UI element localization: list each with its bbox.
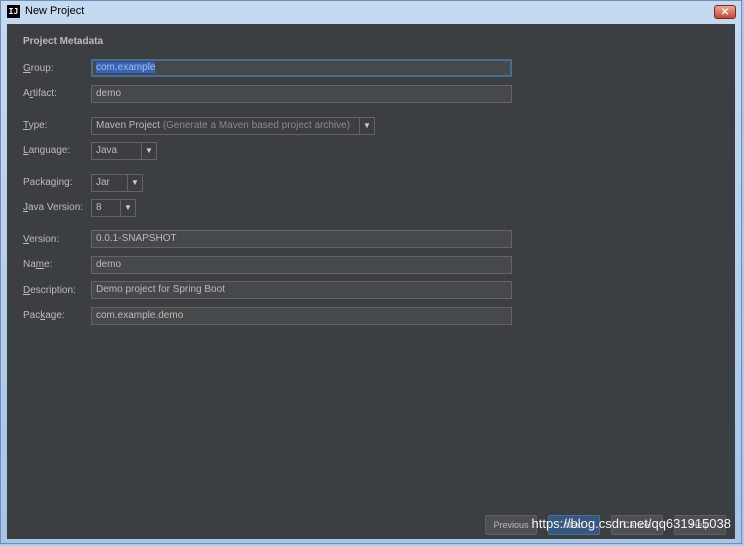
previous-button[interactable]: Previous (485, 515, 537, 535)
type-label: Type: (23, 120, 48, 131)
language-select[interactable]: Java ▼ (91, 142, 157, 160)
language-select-value: Java (96, 145, 118, 156)
package-label: Package: (23, 310, 65, 321)
type-select-value: Maven Project (96, 120, 160, 131)
version-input[interactable]: 0.0.1-SNAPSHOT (91, 230, 512, 248)
type-select[interactable]: Maven Project (Generate a Maven based pr… (91, 117, 375, 135)
chevron-down-icon[interactable]: ▼ (120, 200, 135, 216)
title-bar[interactable]: IJ New Project ✕ (1, 1, 741, 23)
artifact-label: Artifact: (23, 88, 57, 99)
section-title: Project Metadata (23, 36, 104, 47)
dialog-content: Project Metadata Group: com.example Arti… (7, 24, 735, 539)
java-version-select[interactable]: 8 ▼ (91, 199, 136, 217)
name-input[interactable]: demo (91, 256, 512, 274)
package-input[interactable]: com.example.demo (91, 307, 512, 325)
watermark-text: https://blog.csdn.net/qq631915038 (531, 516, 732, 531)
window-title: New Project (25, 5, 85, 17)
chevron-down-icon[interactable]: ▼ (127, 175, 142, 191)
packaging-label: Packaging: (23, 177, 73, 188)
java-version-select-value: 8 (96, 202, 102, 213)
chevron-down-icon[interactable]: ▼ (359, 118, 374, 134)
language-label: Language: (23, 145, 71, 156)
name-label: Name: (23, 259, 53, 270)
artifact-input[interactable]: demo (91, 85, 512, 103)
group-input[interactable]: com.example (91, 59, 512, 77)
new-project-window: IJ New Project ✕ Project Metadata Group:… (0, 0, 742, 544)
group-input-value: com.example (96, 62, 156, 73)
description-label: Description: (23, 285, 76, 296)
type-select-hint: (Generate a Maven based project archive) (162, 120, 351, 131)
packaging-select[interactable]: Jar ▼ (91, 174, 143, 192)
version-label: Version: (23, 234, 60, 245)
description-input[interactable]: Demo project for Spring Boot (91, 281, 512, 299)
packaging-select-value: Jar (96, 177, 110, 188)
group-label: Group: (23, 63, 54, 74)
java-version-label: Java Version: (23, 202, 84, 213)
close-button[interactable]: ✕ (714, 5, 736, 19)
chevron-down-icon[interactable]: ▼ (141, 143, 156, 159)
intellij-app-icon: IJ (7, 5, 20, 18)
